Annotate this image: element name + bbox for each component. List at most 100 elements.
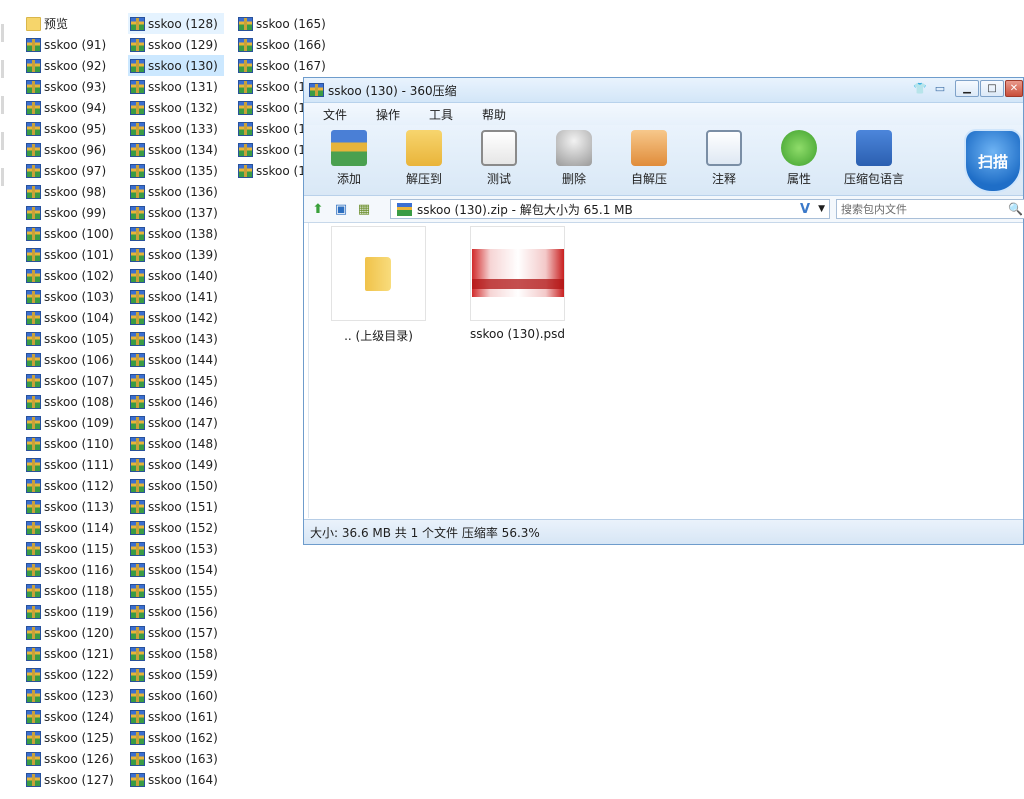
file-list-item[interactable]: sskoo (102): [24, 265, 116, 286]
file-list-item[interactable]: sskoo (103): [24, 286, 116, 307]
file-list-item[interactable]: sskoo (165): [236, 13, 332, 34]
file-list-item[interactable]: sskoo (97): [24, 160, 116, 181]
file-tile-psd[interactable]: sskoo (130).psd: [469, 226, 566, 341]
file-list-item[interactable]: sskoo (101): [24, 244, 116, 265]
thumbnail-view-icon[interactable]: ▣: [332, 200, 350, 218]
file-list-item[interactable]: sskoo (163): [128, 748, 224, 769]
file-list-item[interactable]: sskoo (137): [128, 202, 224, 223]
file-list-item[interactable]: sskoo (99): [24, 202, 116, 223]
file-list-item[interactable]: sskoo (167): [236, 55, 332, 76]
file-list-item[interactable]: sskoo (136): [128, 181, 224, 202]
file-list-item[interactable]: sskoo (123): [24, 685, 116, 706]
file-list-item[interactable]: sskoo (104): [24, 307, 116, 328]
file-list-item[interactable]: sskoo (92): [24, 55, 116, 76]
file-list-item[interactable]: sskoo (109): [24, 412, 116, 433]
menu-tools[interactable]: 工具: [429, 106, 453, 123]
file-list-item[interactable]: 预览: [24, 13, 116, 34]
file-list-item[interactable]: sskoo (126): [24, 748, 116, 769]
scan-button[interactable]: 扫描: [964, 129, 1022, 193]
file-list-item[interactable]: sskoo (130): [128, 55, 224, 76]
file-list-item[interactable]: sskoo (110): [24, 433, 116, 454]
file-list-item[interactable]: sskoo (93): [24, 76, 116, 97]
file-list-item[interactable]: sskoo (146): [128, 391, 224, 412]
file-list-item[interactable]: sskoo (121): [24, 643, 116, 664]
file-list-item[interactable]: sskoo (114): [24, 517, 116, 538]
file-list-item[interactable]: sskoo (134): [128, 139, 224, 160]
shirt-icon[interactable]: 👕: [912, 81, 928, 97]
dropdown-arrow-icon[interactable]: ▼: [818, 204, 825, 214]
file-list-item[interactable]: sskoo (124): [24, 706, 116, 727]
file-list-item[interactable]: sskoo (111): [24, 454, 116, 475]
file-list-item[interactable]: sskoo (140): [128, 265, 224, 286]
file-list-item[interactable]: sskoo (120): [24, 622, 116, 643]
file-list-item[interactable]: sskoo (149): [128, 454, 224, 475]
file-list-item[interactable]: sskoo (131): [128, 76, 224, 97]
file-list-item[interactable]: sskoo (112): [24, 475, 116, 496]
file-list-item[interactable]: sskoo (157): [128, 622, 224, 643]
archive-search-box[interactable]: 搜索包内文件 🔍: [836, 199, 1024, 219]
file-list-item[interactable]: sskoo (152): [128, 517, 224, 538]
file-list-item[interactable]: sskoo (100): [24, 223, 116, 244]
file-list-item[interactable]: sskoo (161): [128, 706, 224, 727]
file-list-item[interactable]: sskoo (150): [128, 475, 224, 496]
file-list-item[interactable]: sskoo (119): [24, 601, 116, 622]
menu-file[interactable]: 文件: [323, 106, 347, 123]
file-tile-parent-dir[interactable]: .. (上级目录): [330, 226, 427, 344]
file-list-item[interactable]: sskoo (160): [128, 685, 224, 706]
file-list-item[interactable]: sskoo (135): [128, 160, 224, 181]
file-list-item[interactable]: sskoo (142): [128, 307, 224, 328]
file-list-item[interactable]: sskoo (98): [24, 181, 116, 202]
file-list-item[interactable]: sskoo (106): [24, 349, 116, 370]
file-list-item[interactable]: sskoo (153): [128, 538, 224, 559]
file-list-item[interactable]: sskoo (133): [128, 118, 224, 139]
search-icon[interactable]: 🔍: [1008, 202, 1023, 216]
file-list-item[interactable]: sskoo (107): [24, 370, 116, 391]
file-list-item[interactable]: sskoo (144): [128, 349, 224, 370]
menu-operate[interactable]: 操作: [376, 106, 400, 123]
self-extract-button[interactable]: 自解压: [619, 128, 679, 187]
close-button[interactable]: ✕: [1005, 80, 1023, 97]
file-list-item[interactable]: sskoo (128): [128, 13, 224, 34]
list-view-icon[interactable]: ▦: [355, 200, 373, 218]
delete-button[interactable]: 删除: [544, 128, 604, 187]
file-list-item[interactable]: sskoo (125): [24, 727, 116, 748]
archive-language-button[interactable]: 压缩包语言: [844, 128, 904, 187]
file-list-item[interactable]: sskoo (96): [24, 139, 116, 160]
file-list-item[interactable]: sskoo (145): [128, 370, 224, 391]
file-list-item[interactable]: sskoo (143): [128, 328, 224, 349]
menu-help[interactable]: 帮助: [482, 106, 506, 123]
file-list-item[interactable]: sskoo (122): [24, 664, 116, 685]
file-list-item[interactable]: sskoo (154): [128, 559, 224, 580]
file-list-item[interactable]: sskoo (138): [128, 223, 224, 244]
file-list-item[interactable]: sskoo (164): [128, 769, 224, 790]
archive-path-box[interactable]: sskoo (130).zip - 解包大小为 65.1 MB V ▼: [390, 199, 830, 219]
add-button[interactable]: 添加: [319, 128, 379, 187]
minimize-button[interactable]: ▁: [955, 80, 979, 97]
chevron-v-icon[interactable]: V: [800, 202, 810, 217]
file-list-item[interactable]: sskoo (116): [24, 559, 116, 580]
file-list-item[interactable]: sskoo (108): [24, 391, 116, 412]
file-list-item[interactable]: sskoo (129): [128, 34, 224, 55]
file-list-item[interactable]: sskoo (156): [128, 601, 224, 622]
file-list-item[interactable]: sskoo (158): [128, 643, 224, 664]
extract-to-button[interactable]: 解压到: [394, 128, 454, 187]
nav-pane-edge[interactable]: [0, 20, 6, 320]
title-bar[interactable]: sskoo (130) - 360压缩 👕 ▭ ▁ □ ✕: [304, 78, 1023, 103]
maximize-button[interactable]: □: [980, 80, 1004, 97]
file-list-item[interactable]: sskoo (159): [128, 664, 224, 685]
file-list-item[interactable]: sskoo (115): [24, 538, 116, 559]
file-list-item[interactable]: sskoo (118): [24, 580, 116, 601]
up-arrow-icon[interactable]: ⬆: [309, 200, 327, 218]
comment-button[interactable]: 注释: [694, 128, 754, 187]
file-list-item[interactable]: sskoo (139): [128, 244, 224, 265]
file-list-item[interactable]: sskoo (147): [128, 412, 224, 433]
message-icon[interactable]: ▭: [932, 81, 948, 97]
file-list-item[interactable]: sskoo (94): [24, 97, 116, 118]
file-list-item[interactable]: sskoo (155): [128, 580, 224, 601]
file-list-item[interactable]: sskoo (95): [24, 118, 116, 139]
file-list-item[interactable]: sskoo (151): [128, 496, 224, 517]
file-list-item[interactable]: sskoo (105): [24, 328, 116, 349]
file-list-item[interactable]: sskoo (91): [24, 34, 116, 55]
file-list-item[interactable]: sskoo (127): [24, 769, 116, 790]
test-button[interactable]: 测试: [469, 128, 529, 187]
